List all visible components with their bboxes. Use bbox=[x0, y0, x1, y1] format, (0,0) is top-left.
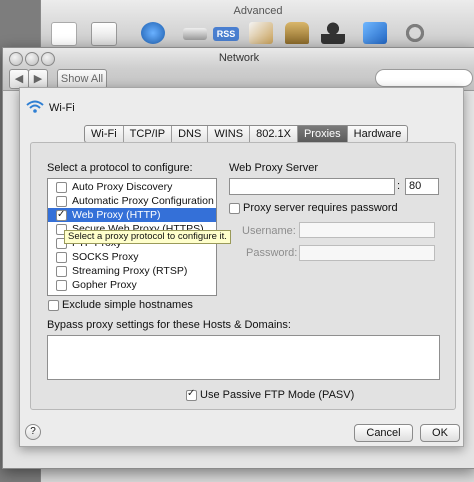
username-field[interactable] bbox=[299, 222, 435, 238]
password-label: Password: bbox=[246, 247, 298, 259]
username-label: Username: bbox=[242, 225, 296, 237]
bypass-label: Bypass proxy settings for these Hosts & … bbox=[47, 319, 291, 331]
server-field[interactable] bbox=[229, 178, 395, 195]
protocol-label: Automatic Proxy Configuration bbox=[72, 195, 214, 207]
advanced-sheet: Wi-Fi Wi-Fi TCP/IP DNS WINS 802.1X Proxi… bbox=[19, 87, 464, 447]
password-field[interactable] bbox=[299, 245, 435, 261]
network-window-title: Network bbox=[218, 52, 260, 64]
general-icon[interactable] bbox=[51, 22, 77, 46]
wifi-icon bbox=[26, 100, 44, 113]
exclude-simple-checkbox[interactable] bbox=[48, 300, 59, 311]
tab-8021x[interactable]: 802.1X bbox=[250, 126, 298, 142]
exclude-simple-label: Exclude simple hostnames bbox=[62, 299, 193, 311]
protocol-item[interactable]: Gopher Proxy bbox=[48, 278, 216, 292]
advanced-toolbar: Advanced RSS bbox=[41, 0, 474, 49]
checkbox[interactable] bbox=[56, 196, 67, 207]
advanced-window-title: Advanced bbox=[233, 5, 283, 17]
checkbox[interactable] bbox=[56, 280, 67, 291]
checkbox[interactable] bbox=[56, 182, 67, 193]
network-icon[interactable] bbox=[141, 22, 165, 44]
pen-icon[interactable] bbox=[249, 22, 273, 44]
back-button[interactable]: ◀ bbox=[9, 69, 29, 89]
protocol-label: SOCKS Proxy bbox=[72, 251, 139, 263]
checkbox[interactable] bbox=[56, 266, 67, 277]
passive-ftp-checkbox[interactable] bbox=[186, 388, 197, 401]
gear-icon[interactable] bbox=[403, 22, 427, 44]
protocol-label: Gopher Proxy bbox=[72, 279, 137, 291]
protocol-label: Auto Proxy Discovery bbox=[72, 181, 173, 193]
drive-icon[interactable] bbox=[183, 28, 207, 40]
protocol-prompt: Select a protocol to configure: bbox=[47, 162, 193, 174]
bypass-textarea[interactable] bbox=[47, 335, 440, 380]
tab-bar: Wi-Fi TCP/IP DNS WINS 802.1X Proxies Har… bbox=[84, 125, 409, 143]
protocol-item[interactable]: Auto Proxy Discovery bbox=[48, 180, 216, 194]
tooltip: Select a proxy protocol to configure it. bbox=[64, 230, 231, 244]
tab-dns[interactable]: DNS bbox=[172, 126, 209, 142]
checkbox[interactable] bbox=[56, 252, 67, 263]
passive-ftp-label: Use Passive FTP Mode (PASV) bbox=[200, 389, 355, 401]
port-separator: : bbox=[397, 180, 401, 192]
tab-hardware[interactable]: Hardware bbox=[348, 126, 408, 142]
server-label: Web Proxy Server bbox=[229, 162, 319, 174]
tab-proxies[interactable]: Proxies bbox=[297, 126, 348, 142]
user-icon[interactable] bbox=[321, 22, 345, 44]
protocol-label: Web Proxy (HTTP) bbox=[72, 209, 161, 221]
search-input[interactable] bbox=[375, 69, 473, 87]
forward-button[interactable]: ▶ bbox=[28, 69, 48, 89]
protocol-item[interactable]: SOCKS Proxy bbox=[48, 250, 216, 264]
ok-button[interactable]: OK bbox=[420, 424, 460, 442]
tab-wins[interactable]: WINS bbox=[208, 126, 251, 142]
requires-password-label: Proxy server requires password bbox=[243, 202, 398, 214]
tab-tcpip[interactable]: TCP/IP bbox=[124, 126, 173, 142]
protocol-label: Streaming Proxy (RTSP) bbox=[72, 265, 188, 277]
show-all-button[interactable]: Show All bbox=[57, 69, 107, 89]
requires-password-checkbox[interactable] bbox=[229, 203, 240, 214]
text-icon[interactable] bbox=[91, 22, 117, 46]
rss-icon[interactable]: RSS bbox=[213, 27, 239, 41]
interface-name: Wi-Fi bbox=[49, 102, 75, 114]
help-button[interactable]: ? bbox=[25, 424, 41, 440]
checkbox-checked[interactable] bbox=[56, 208, 67, 222]
port-field[interactable]: 80 bbox=[405, 178, 439, 195]
protocol-item[interactable]: Automatic Proxy Configuration bbox=[48, 194, 216, 208]
network-titlebar: Network bbox=[3, 48, 474, 68]
tab-wifi[interactable]: Wi-Fi bbox=[85, 126, 124, 142]
lock-icon[interactable] bbox=[285, 22, 309, 44]
apps-icon[interactable] bbox=[363, 22, 387, 44]
protocol-item[interactable]: Streaming Proxy (RTSP) bbox=[48, 264, 216, 278]
protocol-item-selected[interactable]: Web Proxy (HTTP) bbox=[48, 208, 216, 222]
cancel-button[interactable]: Cancel bbox=[354, 424, 413, 442]
